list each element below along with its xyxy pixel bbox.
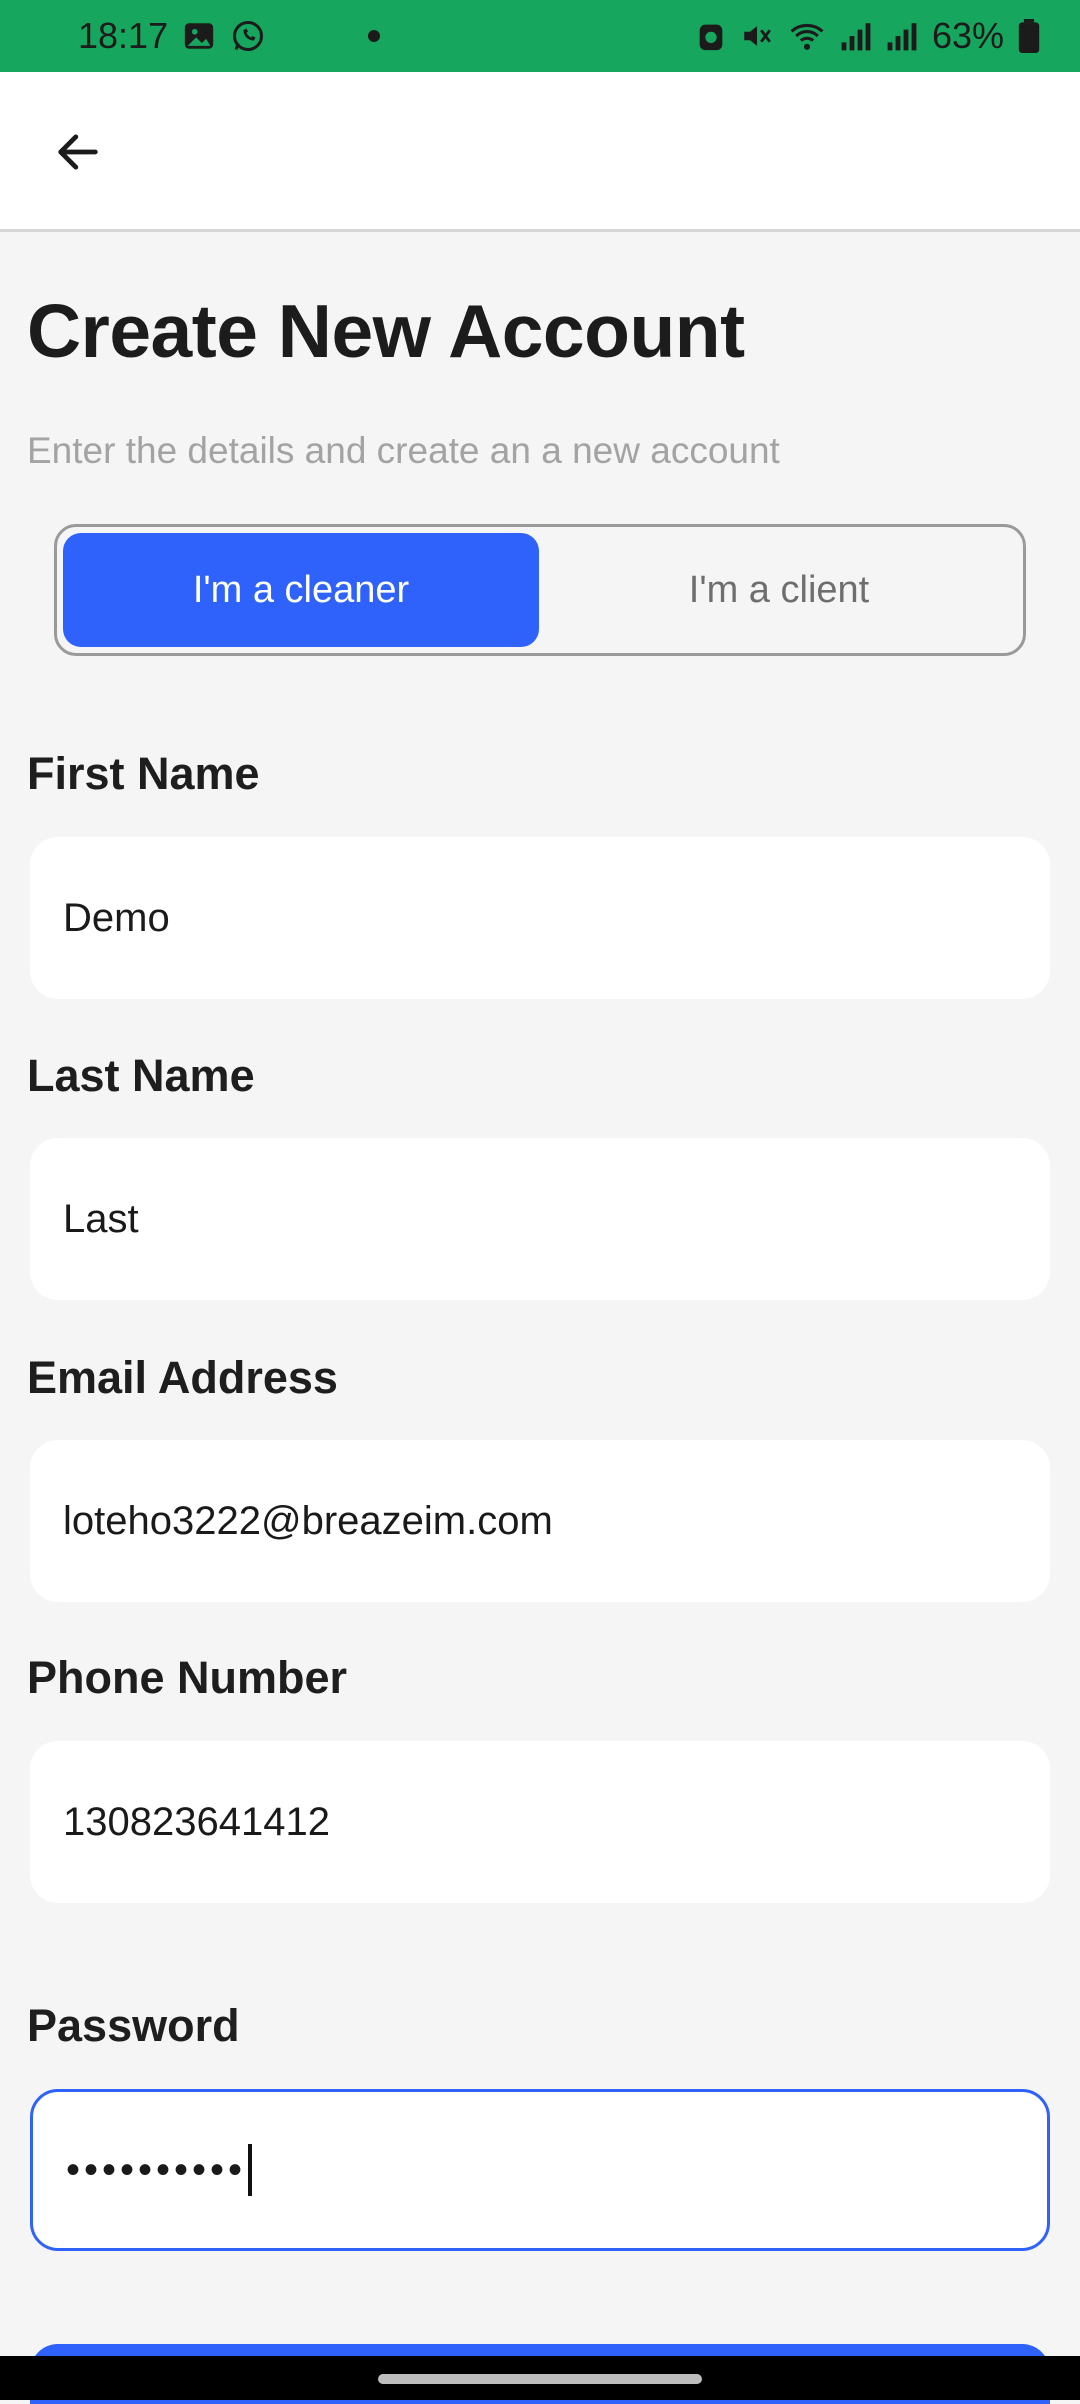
navigation-bar bbox=[0, 2356, 1080, 2400]
signal-icon bbox=[886, 20, 918, 52]
gallery-icon bbox=[182, 19, 216, 53]
phone-field[interactable]: 130823641412 bbox=[30, 1741, 1050, 1903]
last-name-field[interactable]: Last bbox=[30, 1138, 1050, 1300]
battery-icon bbox=[1018, 19, 1040, 53]
page-subtitle: Enter the details and create an a new ac… bbox=[27, 430, 780, 471]
status-time: 18:17 bbox=[78, 15, 169, 56]
back-button[interactable] bbox=[40, 116, 116, 192]
page-title: Create New Account bbox=[27, 289, 745, 373]
alarm-icon bbox=[696, 19, 726, 53]
client-option-button[interactable]: I'm a client bbox=[541, 533, 1017, 647]
notification-dot bbox=[368, 30, 381, 42]
wifi-icon bbox=[788, 19, 826, 53]
cleaner-option-button[interactable]: I'm a cleaner bbox=[63, 533, 539, 647]
home-gesture-handle[interactable] bbox=[378, 2374, 702, 2384]
signal-icon bbox=[840, 20, 872, 52]
battery-percent: 63% bbox=[931, 15, 1004, 56]
mute-icon bbox=[740, 19, 774, 53]
status-bar: 18:17 63% bbox=[0, 0, 1080, 72]
last-name-label: Last Name bbox=[27, 1050, 255, 1101]
password-label: Password bbox=[27, 2000, 240, 2051]
text-caret bbox=[248, 2144, 253, 2196]
arrow-left-icon bbox=[52, 126, 104, 183]
last-name-value: Last bbox=[63, 1196, 139, 1241]
phone-value: 130823641412 bbox=[63, 1799, 330, 1844]
password-field[interactable]: •••••••••• bbox=[30, 2089, 1050, 2251]
first-name-label: First Name bbox=[27, 748, 260, 799]
whatsapp-icon bbox=[230, 18, 266, 54]
first-name-field[interactable]: Demo bbox=[30, 837, 1050, 999]
app-bar bbox=[0, 72, 1080, 232]
account-type-toggle: I'm a cleaner I'm a client bbox=[54, 524, 1026, 656]
password-value: •••••••••• bbox=[66, 2147, 247, 2192]
email-field[interactable]: loteho3222@breazeim.com bbox=[30, 1440, 1050, 1602]
phone-label: Phone Number bbox=[27, 1652, 348, 1703]
email-label: Email Address bbox=[27, 1352, 338, 1403]
first-name-value: Demo bbox=[63, 895, 170, 940]
email-value: loteho3222@breazeim.com bbox=[63, 1498, 553, 1543]
